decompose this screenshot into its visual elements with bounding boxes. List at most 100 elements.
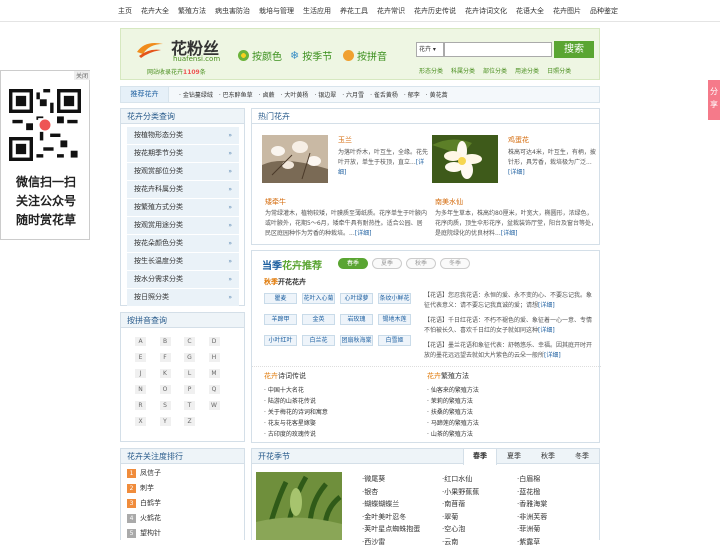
top-nav-link[interactable]: 花卉大全: [141, 6, 169, 16]
pinyin-letter[interactable]: W: [209, 401, 220, 410]
ranking-item[interactable]: 3白鹤芋: [121, 496, 244, 511]
quote-more-link[interactable]: [详细]: [544, 352, 561, 359]
season-flower-button[interactable]: 瞿麦: [264, 293, 297, 304]
flseason-tab[interactable]: 夏季: [497, 449, 531, 464]
season-flower-button[interactable]: 锡地木莲: [378, 314, 411, 325]
top-nav-link[interactable]: 花卉诗词文化: [465, 6, 507, 16]
flseason-item[interactable]: ·香雅海棠: [517, 498, 547, 511]
search-quick-link[interactable]: 用途分类: [515, 66, 539, 75]
search-category-select[interactable]: 花卉 ▾: [416, 42, 444, 57]
category-item[interactable]: 按日照分类»: [127, 289, 239, 307]
search-quick-link[interactable]: 形态分类: [419, 66, 443, 75]
season-flower-button[interactable]: 白雪姬: [378, 335, 411, 346]
flseason-item[interactable]: ·紫露草: [517, 536, 547, 548]
breed-item[interactable]: · 仙客来的繁殖方法: [427, 385, 587, 396]
season-flower-button[interactable]: 金英: [302, 314, 335, 325]
category-item[interactable]: 按水分需求分类»: [127, 271, 239, 289]
season-flower-button[interactable]: 白兰花: [302, 335, 335, 346]
breed-item[interactable]: · 茉莉的繁殖方法: [427, 396, 587, 407]
category-item[interactable]: 按花期季节分类»: [127, 145, 239, 163]
hot-item[interactable]: 鸡蛋花 株高可达4米，叶互生，有柄，披针形，具芳香，栽培极为广泛...[详细]: [432, 135, 600, 195]
pinyin-letter[interactable]: J: [135, 369, 146, 378]
flseason-item[interactable]: ·红口水仙: [442, 473, 479, 486]
season-flower-button[interactable]: 小叶红叶: [264, 335, 297, 346]
season-flower-button[interactable]: 羊蹄甲: [264, 314, 297, 325]
flseason-item[interactable]: ·南苜蓿: [442, 498, 479, 511]
flseason-item[interactable]: ·微尾葵: [362, 473, 420, 486]
hot-item[interactable]: 玉兰 为落叶乔木，叶互生，全缘。花先叶开放，单生于枝顶，直立...[详细]: [262, 135, 430, 195]
top-nav-link[interactable]: 花卉历史传说: [414, 6, 456, 16]
season-tab[interactable]: 秋季: [406, 258, 436, 269]
share-tab[interactable]: 分享: [708, 80, 720, 120]
pinyin-letter[interactable]: F: [160, 353, 171, 362]
poem-item[interactable]: · 中国十大名花: [264, 385, 414, 396]
hot-item[interactable]: 矮牵牛 为常绿灌木，植物较矮，叶膜质至薄纸质。花序单生于叶腋内或叶腋外，花期5〜…: [262, 197, 430, 257]
flseason-item[interactable]: ·蝴蝶蝴蝶兰: [362, 498, 420, 511]
top-nav-link[interactable]: 养花工具: [340, 6, 368, 16]
quote-more-link[interactable]: [详细]: [538, 327, 555, 334]
season-flower-button[interactable]: 心叶绿萝: [340, 293, 373, 304]
search-button[interactable]: 搜索: [554, 41, 594, 58]
top-nav-link[interactable]: 花卉常识: [377, 6, 405, 16]
pinyin-letter[interactable]: A: [135, 337, 146, 346]
ranking-item[interactable]: 4火鹤花: [121, 511, 244, 526]
pinyin-letter[interactable]: M: [209, 369, 220, 378]
flseason-item[interactable]: ·小果野蕉蕉: [442, 486, 479, 499]
recommend-item[interactable]: · 郁李: [404, 90, 420, 99]
pinyin-letter[interactable]: D: [209, 337, 220, 346]
pinyin-letter[interactable]: H: [209, 353, 220, 362]
flseason-tab[interactable]: 冬季: [565, 449, 599, 464]
breed-item[interactable]: · 山茶的繁殖方法: [427, 429, 587, 440]
ranking-item[interactable]: 2刺芋: [121, 481, 244, 496]
top-nav-link[interactable]: 品种鉴定: [590, 6, 618, 16]
recommend-item[interactable]: · 巴东醉鱼草: [219, 90, 253, 99]
nav-by-pinyin[interactable]: 按拼音: [343, 48, 387, 63]
category-item[interactable]: 按花朵颜色分类»: [127, 235, 239, 253]
season-flower-button[interactable]: 团扇秋海棠: [340, 335, 373, 346]
pinyin-letter[interactable]: E: [135, 353, 146, 362]
breed-item[interactable]: · 马蹄莲的繁殖方法: [427, 418, 587, 429]
flseason-item[interactable]: ·金叶美叶忍冬: [362, 511, 420, 524]
flseason-item[interactable]: ·菲洲菊: [517, 523, 547, 536]
hot-name[interactable]: 鸡蛋花: [508, 135, 529, 145]
top-nav-link[interactable]: 花卉图片: [553, 6, 581, 16]
category-item[interactable]: 按植物形态分类»: [127, 127, 239, 145]
flseason-item[interactable]: ·西沙雷: [362, 536, 420, 548]
nav-by-season[interactable]: ❄按季节: [290, 48, 332, 63]
hot-name[interactable]: 矮牵牛: [265, 197, 286, 207]
pinyin-letter[interactable]: N: [135, 385, 146, 394]
hot-name[interactable]: 南美水仙: [435, 197, 463, 207]
search-quick-link[interactable]: 部位分类: [483, 66, 507, 75]
recommend-item[interactable]: · 卤蕨: [259, 90, 275, 99]
category-item[interactable]: 按花卉科属分类»: [127, 181, 239, 199]
top-nav-link[interactable]: 病虫害防治: [215, 6, 250, 16]
pinyin-letter[interactable]: Y: [160, 417, 171, 426]
category-item[interactable]: 按观赏用途分类»: [127, 217, 239, 235]
hot-name[interactable]: 玉兰: [338, 135, 352, 145]
season-tab[interactable]: 春季: [338, 258, 368, 269]
recommend-item[interactable]: · 六月雪: [342, 90, 364, 99]
season-flower-button[interactable]: 花叶入心菊: [302, 293, 335, 304]
pinyin-letter[interactable]: T: [184, 401, 195, 410]
flseason-tab[interactable]: 春季: [463, 449, 497, 465]
flseason-item[interactable]: ·翠菊: [442, 511, 479, 524]
season-tab[interactable]: 冬季: [440, 258, 470, 269]
recommend-item[interactable]: · 银边翠: [314, 90, 336, 99]
hot-item[interactable]: 南美水仙 为多年生草本，株高约80厘米，叶宽大，椭圆形，浓绿色，花序肉质，顶生伞…: [432, 197, 600, 257]
season-tab[interactable]: 夏季: [372, 258, 402, 269]
pinyin-letter[interactable]: L: [184, 369, 195, 378]
pinyin-letter[interactable]: Q: [209, 385, 220, 394]
pinyin-letter[interactable]: X: [135, 417, 146, 426]
flseason-item[interactable]: ·白眉棉: [517, 473, 547, 486]
top-nav-link[interactable]: 生活应用: [303, 6, 331, 16]
flseason-item[interactable]: ·银杏: [362, 486, 420, 499]
flseason-item[interactable]: ·非洲芙蓉: [517, 511, 547, 524]
quote-more-link[interactable]: [详细]: [538, 302, 555, 309]
pinyin-letter[interactable]: G: [184, 353, 195, 362]
recommend-item[interactable]: · 黄花蒿: [426, 90, 448, 99]
pinyin-letter[interactable]: K: [160, 369, 171, 378]
nav-by-color[interactable]: 按颜色: [238, 48, 282, 63]
recommend-item[interactable]: · 金钻蔓绿绒: [179, 90, 213, 99]
category-item[interactable]: 按观赏部位分类»: [127, 163, 239, 181]
poem-item[interactable]: · 关于梅花的诗词和寓意: [264, 407, 414, 418]
